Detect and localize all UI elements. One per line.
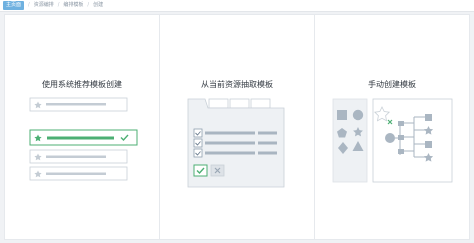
breadcrumb: 主页面 / 资源编排 / 编排模板 / 创建 [0,0,474,12]
option-card-recommended-template[interactable]: 使用系统推荐模板创建 [5,15,160,239]
template-list-row-selected [29,129,138,146]
breadcrumb-item-templates[interactable]: 编排模板 [63,2,83,9]
template-list-row [29,166,128,181]
extract-resources-illustration [187,98,285,188]
cancel-icon [210,164,225,177]
template-list-row [29,149,128,164]
square-shape-icon [337,110,347,120]
breadcrumb-item-resource-orchestration[interactable]: 资源编排 [34,2,54,9]
breadcrumb-separator: / [87,2,90,8]
template-list-row [29,97,128,112]
root-node-icon [385,133,395,143]
create-options-panel: 使用系统推荐模板创建 从当前资源抽取模板 手动创建模板 [4,14,470,240]
leaf-square-icon [425,141,432,148]
option-card-manual-create[interactable]: 手动创建模板 [315,15,469,239]
leaf-square-icon [425,114,432,121]
breadcrumb-item-create: 创建 [93,2,104,8]
breadcrumb-home[interactable]: 主页面 [3,1,25,10]
breadcrumb-separator: / [57,2,60,8]
breadcrumb-separator: / [28,2,30,8]
manual-create-illustration [332,98,453,183]
option-card-extract-from-resources[interactable]: 从当前资源抽取模板 [160,15,315,239]
circle-shape-icon [352,109,364,121]
recommended-template-illustration [29,97,138,181]
confirm-icon [193,164,208,177]
